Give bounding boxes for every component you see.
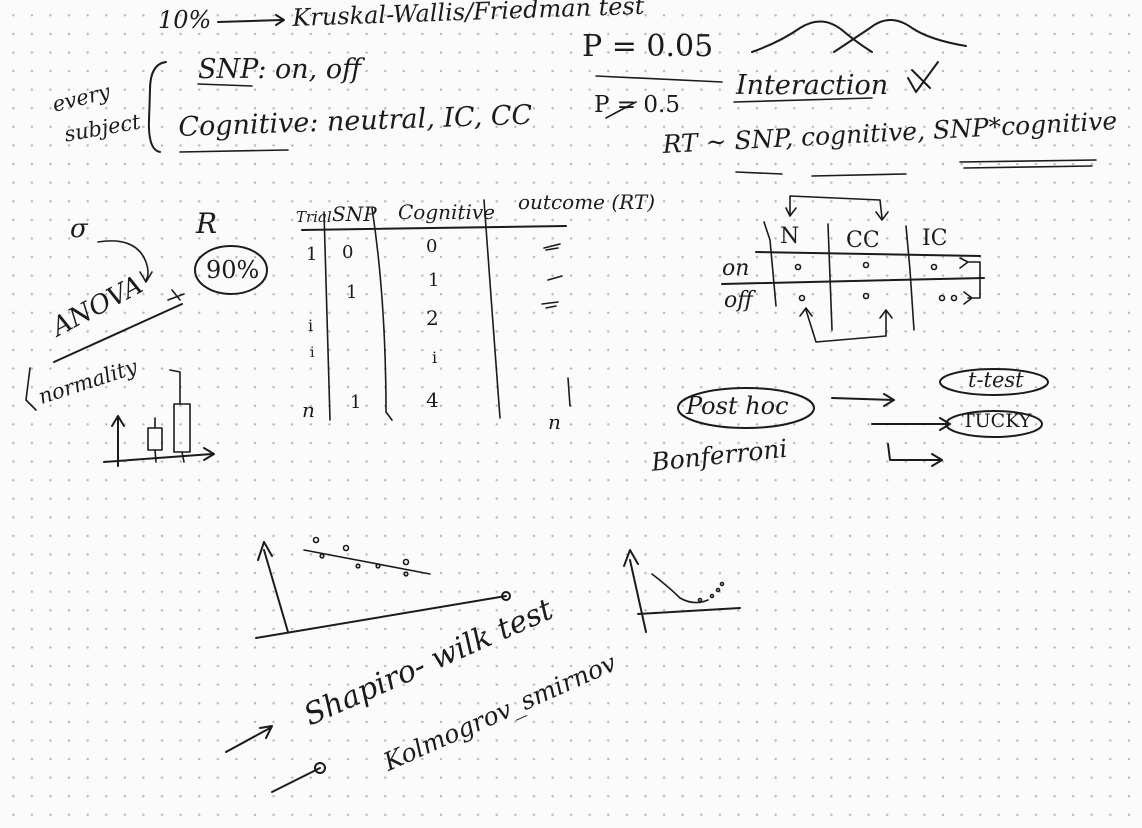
cog-cell-1: 0 xyxy=(426,236,438,257)
model-snp: SNP xyxy=(733,123,786,156)
table-col-line-4 xyxy=(567,377,571,407)
model-prefix: RT ~ xyxy=(661,126,736,159)
boxplot-box-2 xyxy=(173,403,191,453)
cog-cell-n: 4 xyxy=(426,388,439,412)
cognitive-underline xyxy=(179,149,289,153)
sigma-arrow-head xyxy=(139,271,153,283)
r-label: R xyxy=(196,207,218,240)
snp-cell-n: 1 xyxy=(350,392,362,413)
boxplot-box-1 xyxy=(147,427,163,451)
grid-col-n: N xyxy=(780,224,800,249)
curve-plot-points xyxy=(697,581,725,603)
percent-90-text: 90% xyxy=(206,256,260,284)
snp-cell-1: 0 xyxy=(342,242,354,263)
posthoc-arrow-2 xyxy=(871,417,951,431)
trial-cell-1: 1 xyxy=(306,244,318,265)
grid-col-2 xyxy=(827,223,833,331)
model-sep-1: , xyxy=(784,122,802,153)
posthoc-arrow-1 xyxy=(831,393,895,407)
grid-bracket-bottom-arrows xyxy=(799,307,893,319)
grid-bracket-top-arrows xyxy=(785,207,889,221)
scatter-points xyxy=(312,536,410,577)
sigma-symbol: σ xyxy=(70,214,88,244)
model-sep-2: , xyxy=(916,115,934,146)
trial-cell-4: i xyxy=(310,345,315,361)
p-struck-text: P = 0.5 xyxy=(594,92,680,118)
boxplot-whisker-2 xyxy=(169,369,185,463)
check-mark xyxy=(907,61,939,93)
grid-col-3 xyxy=(905,225,915,331)
tucky-text: TUCKY xyxy=(962,410,1032,432)
trial-cell-n: n xyxy=(302,398,315,422)
outcome-mark-2 xyxy=(547,275,563,281)
arrow-to-kruskal xyxy=(217,19,283,23)
model-underline-cognitive xyxy=(811,173,907,177)
boxplot-axes xyxy=(103,415,213,467)
cog-cell-2: 1 xyxy=(428,270,440,291)
cog-cell-4: i xyxy=(432,348,438,367)
model-underline-interaction xyxy=(959,159,1097,169)
model-underline-snp xyxy=(735,171,783,175)
post-hoc-text: Post hoc xyxy=(686,392,789,420)
grid-mid-line xyxy=(721,277,985,285)
trial-cell-3: i xyxy=(308,316,314,335)
table-header-outcome: outcome (RT) xyxy=(518,190,656,214)
distribution-curve-1 xyxy=(751,20,873,53)
model-cognitive: cognitive xyxy=(800,116,918,152)
grid-col-cc: CC xyxy=(846,228,880,253)
shapiro-arrow xyxy=(225,725,273,753)
grid-bracket-bottom xyxy=(805,309,887,343)
cog-cell-3: 2 xyxy=(426,306,439,330)
p-underline xyxy=(595,75,723,83)
grid-col-ic: IC xyxy=(922,226,948,251)
normality-bracket xyxy=(25,367,37,411)
table-header-cognitive: Cognitive xyxy=(398,200,495,224)
p-value-text: P = 0.05 xyxy=(582,29,714,64)
curve-plot-axes xyxy=(623,549,741,633)
snp-cell-3: 1 xyxy=(346,282,358,303)
outcome-mark-3 xyxy=(541,301,559,309)
snp-line-text: SNP: on, off xyxy=(198,54,362,85)
outcome-mark-1 xyxy=(543,243,561,251)
t-test-text: t-test xyxy=(968,368,1024,392)
kolmogorov-arrow xyxy=(271,767,321,793)
anova-arrow xyxy=(167,289,185,301)
table-col-line-2 xyxy=(371,207,393,421)
grid-right-bracket xyxy=(959,257,981,305)
posthoc-arrow-3 xyxy=(887,443,943,467)
scatter-axes xyxy=(255,541,507,639)
table-header-line xyxy=(301,225,567,231)
distribution-curve-2 xyxy=(833,19,967,53)
grid-col-1 xyxy=(763,221,777,307)
grid-row-on: on xyxy=(722,256,750,281)
outcome-cell-n: n xyxy=(548,410,561,434)
grid-row-off: off xyxy=(724,288,753,313)
subject-bracket xyxy=(147,61,167,153)
table-header-snp: SNP xyxy=(332,202,377,226)
boxplot-whisker-1 xyxy=(154,417,157,463)
percent-10-text: 10% xyxy=(158,6,212,34)
table-col-line-1 xyxy=(323,211,331,421)
table-header-trial: Trial xyxy=(296,208,332,226)
interaction-text: Interaction xyxy=(736,70,889,101)
grid-bracket-top xyxy=(789,195,883,219)
table-col-line-3 xyxy=(483,199,501,419)
